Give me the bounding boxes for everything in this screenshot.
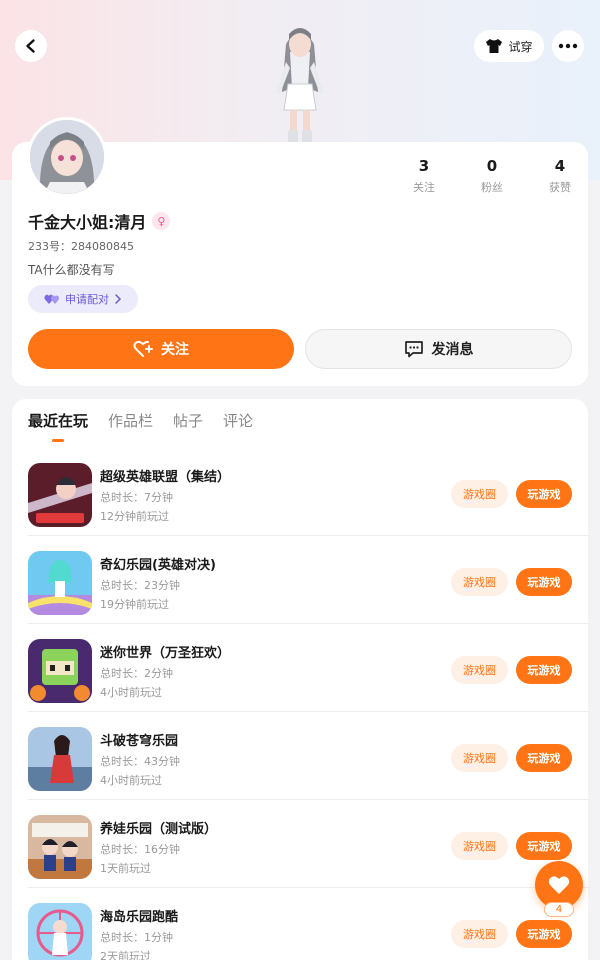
game-icon-art (28, 551, 92, 615)
game-last-played: 2天前玩过 (100, 950, 151, 960)
game-duration: 总时长：16分钟 (100, 843, 180, 856)
avatar-3d-figure[interactable] (262, 22, 338, 144)
chevron-left-icon (26, 39, 35, 53)
game-icon[interactable] (28, 551, 92, 615)
try-on-button[interactable]: 试穿 (474, 30, 544, 62)
play-game-button[interactable]: 玩游戏 (516, 568, 572, 596)
game-icon-art (28, 463, 92, 527)
game-circle-button[interactable]: 游戏圈 (451, 832, 508, 860)
game-icon-art (28, 639, 92, 703)
stat-likes[interactable]: 4 获赞 (526, 157, 594, 195)
play-game-button[interactable]: 玩游戏 (516, 480, 572, 508)
game-last-played: 4小时前玩过 (100, 686, 162, 699)
female-gender-icon: ♀ (152, 212, 171, 230)
tab-comments[interactable]: 评论 (223, 410, 253, 431)
game-title: 养娃乐园（测试版） (100, 822, 218, 837)
game-icon-art (28, 903, 92, 960)
avatar-portrait (30, 120, 104, 194)
stat-following[interactable]: 3 关注 (390, 157, 458, 195)
game-circle-button[interactable]: 游戏圈 (451, 480, 508, 508)
game-circle-button[interactable]: 游戏圈 (451, 744, 508, 772)
active-tab-indicator (52, 439, 64, 442)
list-item[interactable]: 迷你世界（万圣狂欢） 总时长：2分钟 4小时前玩过 游戏圈 玩游戏 (12, 624, 588, 712)
list-item[interactable]: 海岛乐园跑酷 总时长：1分钟 2天前玩过 游戏圈 玩游戏 (12, 888, 588, 960)
tab-recently-played[interactable]: 最近在玩 (28, 410, 88, 431)
stat-value: 3 (418, 157, 430, 175)
more-options-button[interactable] (552, 30, 584, 62)
like-count-badge: 4 (544, 902, 574, 917)
game-duration: 总时长：7分钟 (100, 491, 173, 504)
shirt-icon (486, 39, 503, 53)
list-item[interactable]: 斗破苍穹乐园 总时长：43分钟 4小时前玩过 游戏圈 玩游戏 (12, 712, 588, 800)
game-duration: 总时长：23分钟 (100, 579, 180, 592)
stat-label: 获赞 (549, 181, 571, 194)
play-game-button[interactable]: 玩游戏 (516, 920, 572, 948)
list-item[interactable]: 养娃乐园（测试版） 总时长：16分钟 1天前玩过 游戏圈 玩游戏 (12, 800, 588, 888)
list-item[interactable]: 超级英雄联盟（集结） 总时长：7分钟 12分钟前玩过 游戏圈 玩游戏 (12, 448, 588, 536)
message-label: 发消息 (431, 342, 474, 358)
user-id-value: 284080845 (71, 240, 134, 253)
profile-bio: TA什么都没有写 (28, 263, 115, 277)
game-icon[interactable] (28, 639, 92, 703)
tab-works[interactable]: 作品栏 (108, 410, 153, 431)
game-title: 海岛乐园跑酷 (100, 910, 179, 925)
game-duration: 总时长：1分钟 (100, 931, 173, 944)
game-duration: 总时长：2分钟 (100, 667, 173, 680)
pair-label: 申请配对 (65, 293, 109, 306)
game-circle-button[interactable]: 游戏圈 (451, 568, 508, 596)
game-title: 奇幻乐园(英雄对决) (100, 558, 216, 573)
chevron-right-icon (115, 294, 122, 304)
stat-label: 粉丝 (481, 181, 503, 194)
stat-value: 0 (486, 157, 498, 175)
user-id-label: 233号： (28, 240, 71, 253)
game-title: 斗破苍穹乐园 (100, 734, 179, 749)
follow-button[interactable]: 关注 (28, 329, 294, 369)
chat-bubble-icon (404, 341, 423, 358)
heart-plus-icon (133, 340, 153, 357)
heart-icon (548, 876, 570, 894)
name-row: 千金大小姐:清月 ♀ (28, 209, 171, 233)
user-id: 233号：284080845 (28, 238, 134, 254)
stat-value: 4 (554, 157, 566, 175)
game-last-played: 1天前玩过 (100, 862, 151, 875)
profile-stats: 3 关注 0 粉丝 4 获赞 (390, 157, 594, 195)
play-game-button[interactable]: 玩游戏 (516, 832, 572, 860)
game-title: 超级英雄联盟（集结） (100, 470, 231, 485)
profile-name: 千金大小姐:清月 (28, 213, 147, 232)
game-icon[interactable] (28, 903, 92, 960)
play-game-button[interactable]: 玩游戏 (516, 656, 572, 684)
more-dots-icon (558, 43, 578, 49)
game-last-played: 12分钟前玩过 (100, 510, 169, 523)
game-last-played: 19分钟前玩过 (100, 598, 169, 611)
back-button[interactable] (15, 30, 47, 62)
game-icon[interactable] (28, 815, 92, 879)
game-circle-button[interactable]: 游戏圈 (451, 656, 508, 684)
game-icon[interactable] (28, 463, 92, 527)
game-duration: 总时长：43分钟 (100, 755, 180, 768)
stat-label: 关注 (413, 181, 435, 194)
send-message-button[interactable]: 发消息 (305, 329, 572, 369)
avatar[interactable] (27, 117, 107, 197)
list-item[interactable]: 奇幻乐园(英雄对决) 总时长：23分钟 19分钟前玩过 游戏圈 玩游戏 (12, 536, 588, 624)
game-icon-art (28, 727, 92, 791)
game-icon[interactable] (28, 727, 92, 791)
request-pairing-button[interactable]: 申请配对 (28, 285, 138, 313)
profile-tabs: 最近在玩 作品栏 帖子 评论 (28, 410, 253, 431)
game-title: 迷你世界（万圣狂欢） (100, 646, 231, 661)
game-circle-button[interactable]: 游戏圈 (451, 920, 508, 948)
follow-label: 关注 (161, 342, 189, 358)
stat-followers[interactable]: 0 粉丝 (458, 157, 526, 195)
game-last-played: 4小时前玩过 (100, 774, 162, 787)
double-heart-icon (44, 294, 60, 304)
try-on-label: 试穿 (508, 39, 533, 54)
game-icon-art (28, 815, 92, 879)
tab-posts[interactable]: 帖子 (173, 410, 203, 431)
play-game-button[interactable]: 玩游戏 (516, 744, 572, 772)
